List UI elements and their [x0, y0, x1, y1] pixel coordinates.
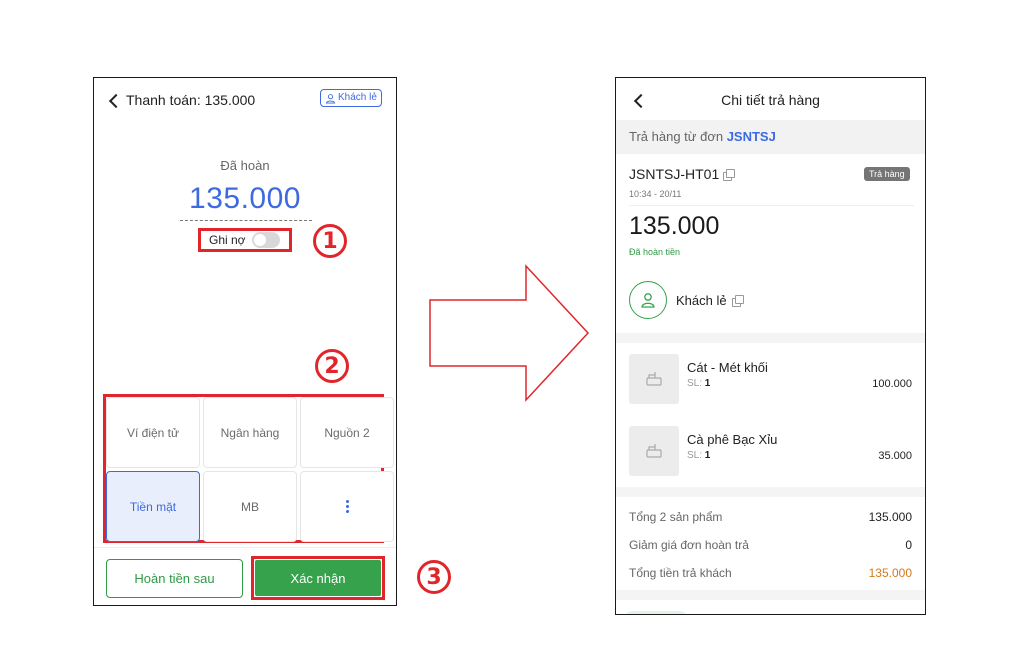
refund-status: Đã hoàn tiền	[629, 247, 681, 257]
copy-icon[interactable]	[723, 168, 736, 181]
payment-header: Thanh toán: 135.000 Khách lẻ	[94, 78, 396, 122]
debt-toggle[interactable]	[251, 232, 280, 248]
payment-method-cash[interactable]: Tiền mặt	[106, 471, 200, 542]
step-marker-1: 1	[313, 224, 347, 258]
product-placeholder-icon	[646, 372, 662, 386]
section-gap	[616, 590, 925, 600]
product-price: 100.000	[872, 378, 912, 390]
customer-name-text: Khách lẻ	[676, 293, 727, 308]
customer-badge[interactable]: Khách lẻ	[320, 89, 382, 107]
payment-methods-grid: Ví điện tử Ngân hàng Nguồn 2 Tiền mặt MB	[106, 397, 394, 542]
source-order-link[interactable]: JSNTSJ	[727, 129, 776, 144]
debt-toggle-highlight: Ghi nợ	[198, 228, 292, 252]
back-chevron-icon[interactable]	[108, 93, 124, 109]
debt-toggle-label: Ghi nợ	[209, 233, 246, 247]
source-prefix: Trả hàng từ đơn	[629, 129, 724, 144]
product-price: 35.000	[878, 450, 912, 462]
summary-discount-label: Giảm giá đơn hoàn trả	[629, 538, 749, 552]
copy-icon[interactable]	[731, 295, 744, 307]
summary-total-products-label: Tổng 2 sản phẩm	[629, 510, 723, 524]
return-amount: 135.000	[629, 212, 720, 240]
section-gap	[616, 487, 925, 497]
more-methods-button[interactable]	[300, 471, 394, 542]
product-name: Cà phê Bạc Xỉu	[687, 432, 778, 447]
return-code: JSNTSJ-HT01	[629, 166, 736, 182]
footer-divider	[94, 547, 396, 548]
customer-badge-label: Khách lẻ	[338, 92, 377, 103]
user-icon	[641, 293, 655, 308]
payment-method-source-2[interactable]: Nguồn 2	[300, 397, 394, 468]
summary-total-products-value: 135.000	[868, 510, 912, 524]
right-arrow-icon	[429, 264, 590, 402]
payment-method-mb[interactable]: MB	[203, 471, 297, 542]
return-time: 10:34 - 20/11	[629, 189, 682, 199]
confirm-highlight: Xác nhận	[251, 556, 385, 600]
payment-title: Thanh toán: 135.000	[126, 92, 256, 108]
step-marker-3: 3	[417, 560, 451, 594]
product-thumbnail	[629, 426, 679, 476]
step-marker-2: 2	[315, 349, 349, 383]
confirm-button[interactable]: Xác nhận	[255, 560, 381, 596]
status-chip	[626, 611, 686, 614]
more-vertical-icon	[345, 500, 349, 513]
payment-screen: Thanh toán: 135.000 Khách lẻ Đã hoàn 135…	[93, 77, 397, 606]
amount-underline	[180, 220, 312, 221]
section-gap	[616, 333, 925, 343]
refund-amount[interactable]: 135.000	[94, 182, 396, 216]
source-order-bar: Trả hàng từ đơn JSNTSJ	[616, 120, 925, 154]
payment-method-bank[interactable]: Ngân hàng	[203, 397, 297, 468]
customer-name[interactable]: Khách lẻ	[676, 293, 744, 308]
refunded-label: Đã hoàn	[220, 158, 270, 173]
return-type-badge: Trả hàng	[864, 167, 910, 181]
refund-later-button[interactable]: Hoàn tiền sau	[106, 559, 243, 598]
return-detail-title: Chi tiết trả hàng	[721, 92, 820, 108]
product-name: Cát - Mét khối	[687, 360, 768, 375]
summary-discount-value: 0	[905, 538, 912, 552]
product-placeholder-icon	[646, 444, 662, 458]
summary-refund-label: Tổng tiền trả khách	[629, 566, 732, 580]
summary-refund-value: 135.000	[868, 566, 912, 580]
payment-method-e-wallet[interactable]: Ví điện tử	[106, 397, 200, 468]
customer-avatar	[629, 281, 667, 319]
user-icon	[325, 93, 336, 104]
product-qty: SL: 1	[687, 378, 711, 389]
divider	[629, 205, 914, 206]
return-code-text: JSNTSJ-HT01	[629, 166, 720, 182]
product-thumbnail	[629, 354, 679, 404]
product-qty: SL: 1	[687, 450, 711, 461]
return-detail-screen: Chi tiết trả hàng Trả hàng từ đơn JSNTSJ…	[615, 77, 926, 615]
